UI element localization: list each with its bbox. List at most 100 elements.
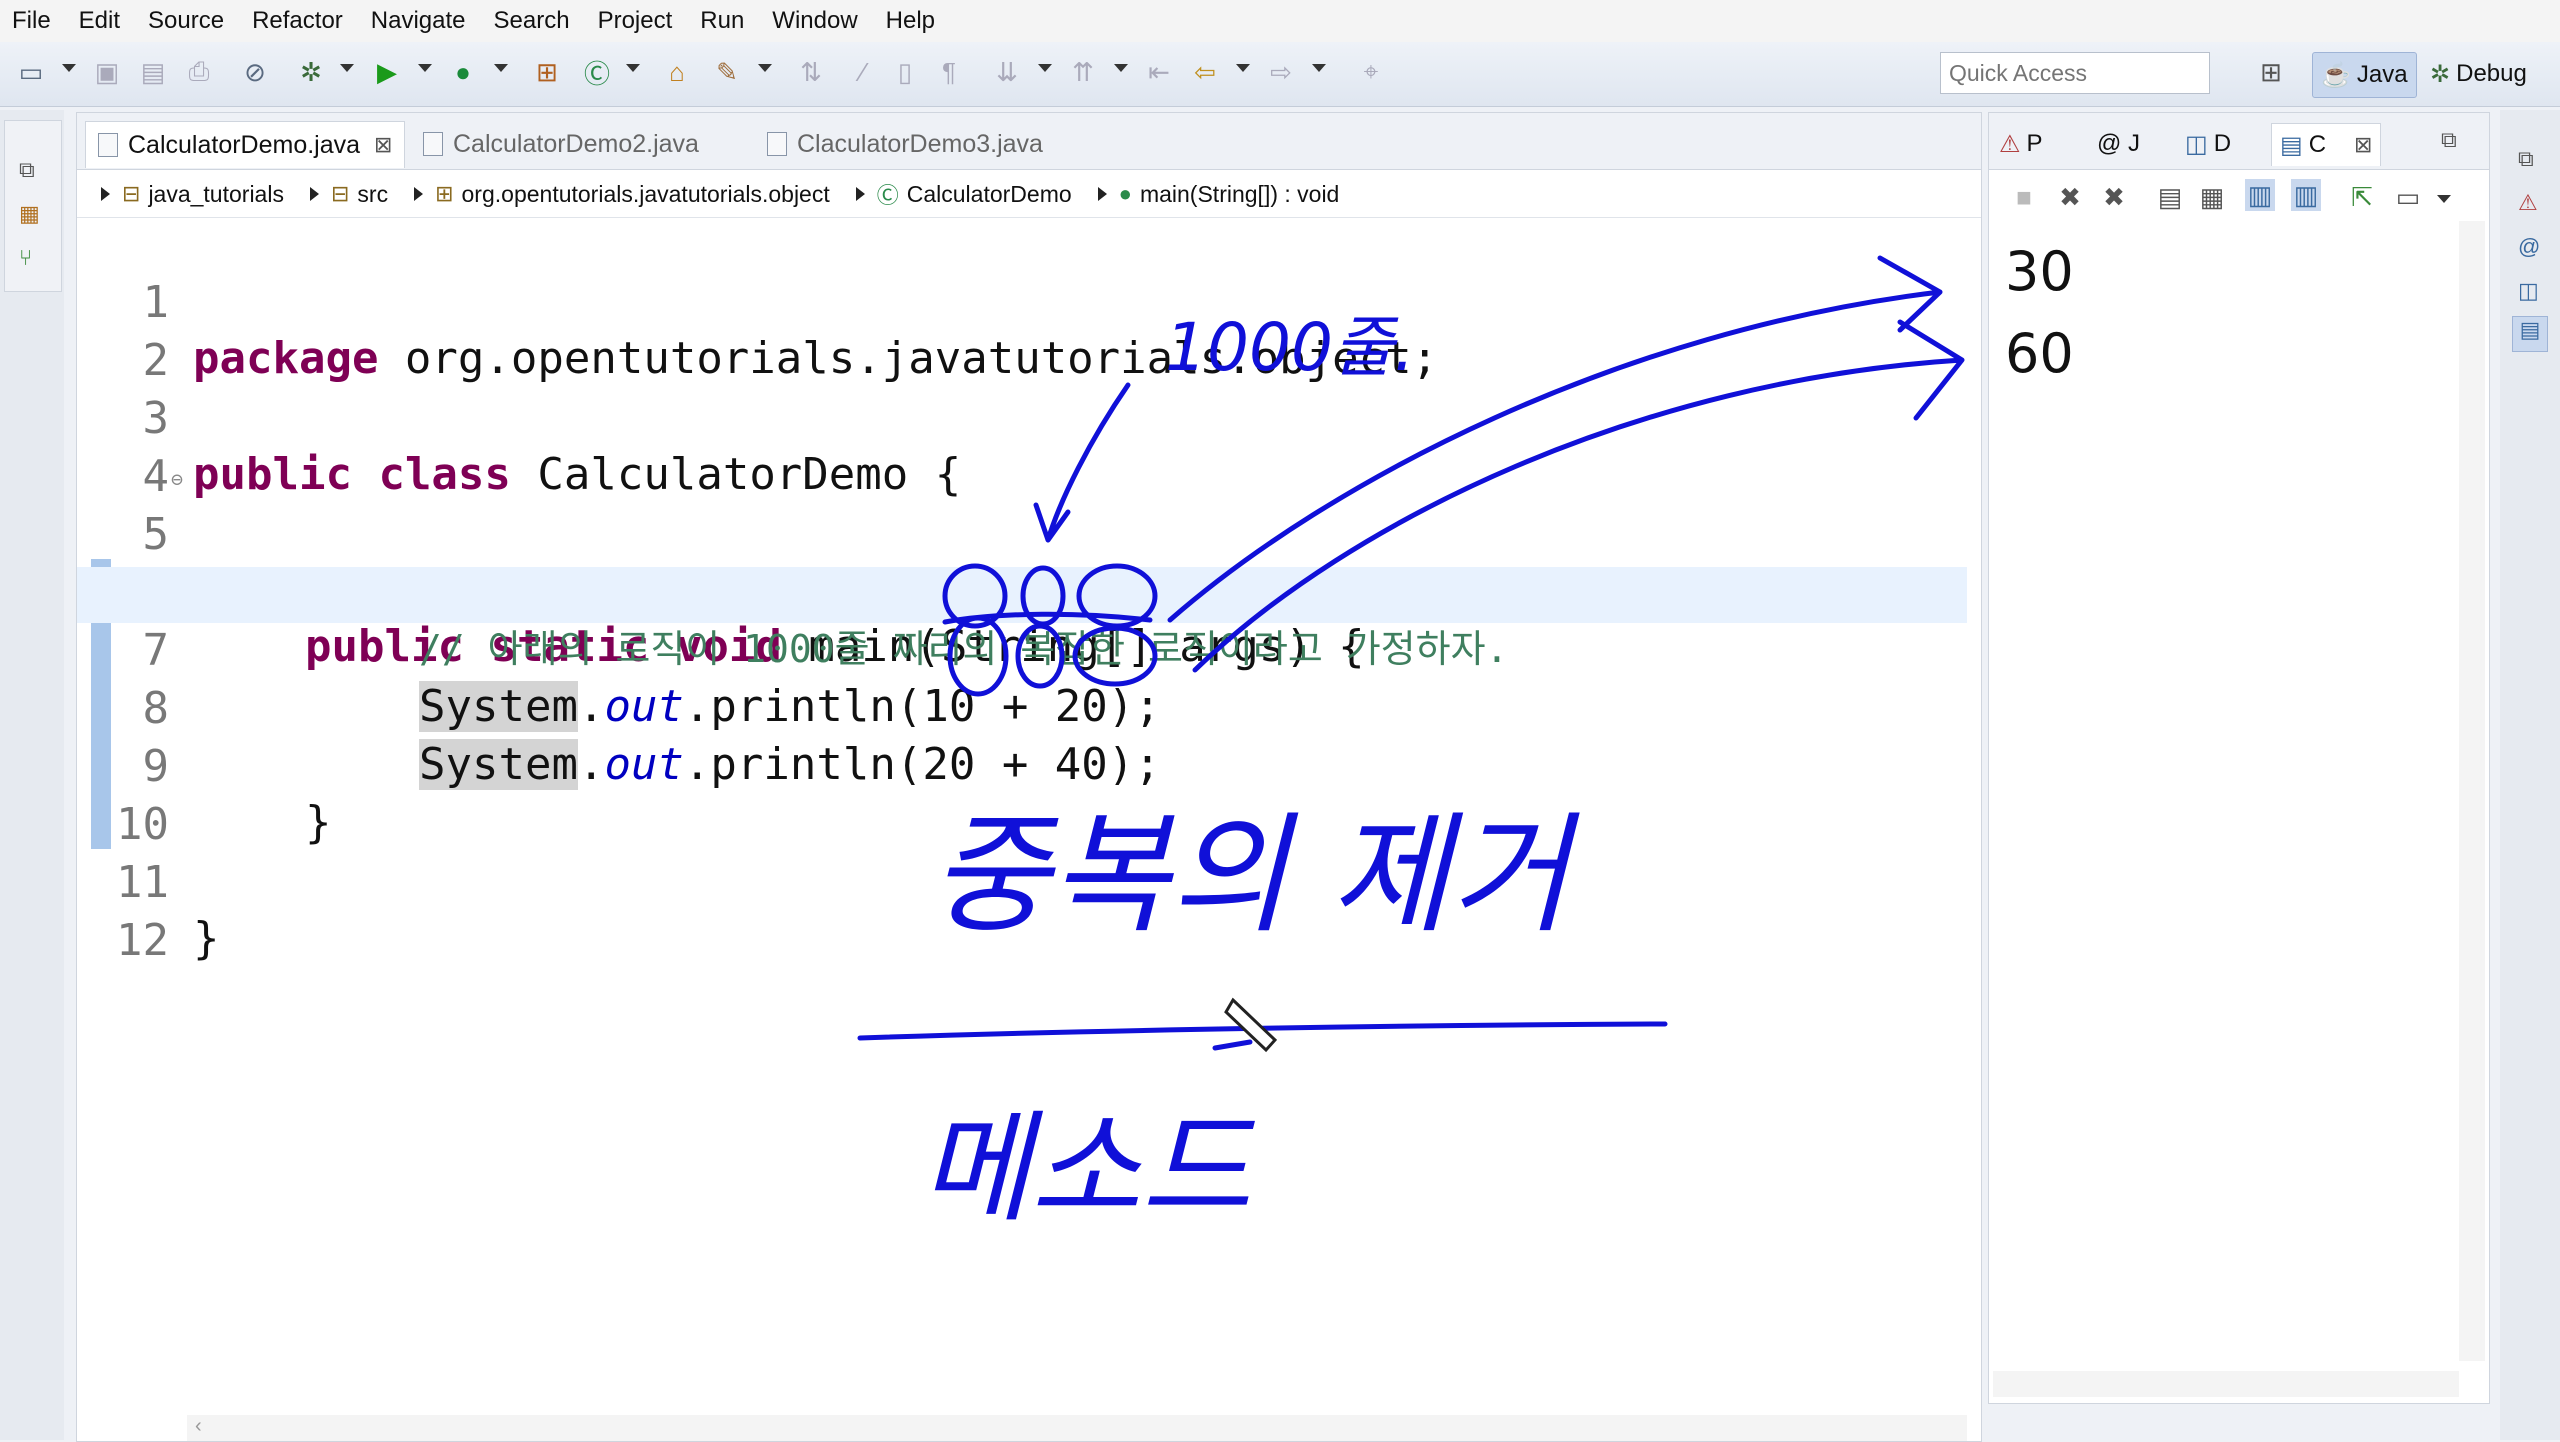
last-edit-icon[interactable]: ⇤ xyxy=(1144,56,1174,88)
restore-right-icon[interactable]: ⧉ xyxy=(2518,146,2534,172)
pin-console-icon[interactable]: ⇱ xyxy=(2347,181,2377,213)
open-type-icon[interactable]: ⌂ xyxy=(662,56,692,88)
chevron-right-icon xyxy=(1097,187,1107,201)
next-annotation-dropdown-icon[interactable] xyxy=(1038,64,1052,72)
code-line: 11 } xyxy=(77,799,1967,964)
close-tab-icon[interactable]: ⊠ xyxy=(374,132,392,158)
new-icon[interactable]: ▭ xyxy=(16,56,46,88)
run-icon[interactable]: ▶ xyxy=(372,56,402,88)
scroll-left-icon[interactable]: ‹ xyxy=(195,1415,202,1438)
hierarchy-icon[interactable]: ⑂ xyxy=(19,245,32,271)
javadoc-icon[interactable]: @ xyxy=(2518,234,2540,260)
tab-problems[interactable]: ⚠ P xyxy=(1999,123,2043,165)
code-line: 9 } xyxy=(77,683,1967,848)
breadcrumb-src[interactable]: ⊟ src xyxy=(331,181,388,208)
source-folder-icon: ⊟ xyxy=(330,181,350,206)
back-dropdown-icon[interactable] xyxy=(1236,64,1250,72)
console-view: ⚠ P @ J ◫ D ▤ C ⊠ ⧉ ■ ✖ ✖ ▤ ▦ ▥ ▥ ⇱ ▭ 30 60 xyxy=(1988,112,2490,1404)
code-line: 8 System.out.println(20 + 40); xyxy=(77,625,1967,790)
console-dropdown-icon[interactable] xyxy=(2437,195,2451,203)
tab-label: ClaculatorDemo3.java xyxy=(797,129,1043,158)
run-dropdown-icon[interactable] xyxy=(418,64,432,72)
code-text-area[interactable]: 1 package org.opentutorials.javatutorial… xyxy=(77,219,1981,1441)
tab-label: CalculatorDemo2.java xyxy=(453,129,699,158)
problems-tab-icon: ⚠ xyxy=(1999,130,2021,158)
menu-project[interactable]: Project xyxy=(584,7,687,35)
prev-annotation-dropdown-icon[interactable] xyxy=(1114,64,1128,72)
show-whitespace-icon[interactable]: ¶ xyxy=(934,56,964,88)
skip-breakpoints-icon[interactable]: ⊘ xyxy=(240,56,270,88)
coverage-icon[interactable]: ● xyxy=(448,56,478,88)
breadcrumb-project[interactable]: ⊟ java_tutorials xyxy=(122,181,284,208)
open-perspective-icon[interactable]: ⊞ xyxy=(2256,56,2286,88)
perspective-debug-button[interactable]: ✲ Debug xyxy=(2422,52,2535,96)
new-class-dropdown-icon[interactable] xyxy=(626,64,640,72)
horizontal-scrollbar[interactable] xyxy=(1993,1371,2459,1397)
breadcrumb-package[interactable]: ⊞ org.opentutorials.javatutorials.object xyxy=(435,181,830,208)
search-dropdown-icon[interactable] xyxy=(758,64,772,72)
menu-source[interactable]: Source xyxy=(134,7,238,35)
tab-calculatordemo[interactable]: CalculatorDemo.java ⊠ xyxy=(85,121,406,168)
next-annotation-icon[interactable]: ⇊ xyxy=(992,56,1022,88)
quick-access-input[interactable] xyxy=(1940,52,2210,94)
forward-dropdown-icon[interactable] xyxy=(1312,64,1326,72)
menu-window[interactable]: Window xyxy=(758,7,871,35)
remove-launch-icon[interactable]: ✖ xyxy=(2055,181,2085,213)
debug-dropdown-icon[interactable] xyxy=(340,64,354,72)
new-class-icon[interactable]: Ⓒ xyxy=(582,56,612,89)
console-trim-icon[interactable]: ▤ xyxy=(2512,316,2548,352)
scroll-lock-icon[interactable]: ▦ xyxy=(2197,181,2227,213)
show-stderr-icon[interactable]: ▥ xyxy=(2291,179,2321,211)
breadcrumb-method[interactable]: ● main(String[]) : void xyxy=(1119,181,1340,208)
project-icon: ⊟ xyxy=(122,181,141,206)
tab-javadoc[interactable]: @ J xyxy=(2097,123,2140,165)
new-package-icon[interactable]: ⊞ xyxy=(532,56,562,88)
perspective-debug-label: Debug xyxy=(2456,60,2527,87)
menu-file[interactable]: File xyxy=(0,7,65,35)
save-icon[interactable]: ▣ xyxy=(92,56,122,88)
menu-navigate[interactable]: Navigate xyxy=(357,7,480,35)
clear-console-icon[interactable]: ▤ xyxy=(2155,181,2185,213)
remove-all-icon[interactable]: ✖ xyxy=(2099,181,2129,213)
block-icon[interactable]: ▯ xyxy=(890,56,920,88)
prev-annotation-icon[interactable]: ⇈ xyxy=(1068,56,1098,88)
vertical-scrollbar[interactable] xyxy=(2459,221,2485,1361)
output-line: 30 xyxy=(2005,240,2074,303)
search-tool-icon[interactable]: ✎ xyxy=(712,56,742,88)
annotation-icon[interactable]: ⇅ xyxy=(796,56,826,88)
menu-refactor[interactable]: Refactor xyxy=(238,7,357,35)
menu-run[interactable]: Run xyxy=(686,7,758,35)
restore-icon[interactable]: ⧉ xyxy=(19,157,35,183)
tab-claculatordemo3[interactable]: ClaculatorDemo3.java xyxy=(767,121,1043,167)
debug-icon[interactable]: ✲ xyxy=(296,56,326,88)
horizontal-scrollbar[interactable]: ‹ xyxy=(187,1415,1967,1441)
menu-edit[interactable]: Edit xyxy=(65,7,134,35)
tab-console[interactable]: ▤ C ⊠ xyxy=(2271,123,2382,166)
show-stdout-icon[interactable]: ▥ xyxy=(2245,179,2275,211)
breadcrumb-class[interactable]: Ⓒ CalculatorDemo xyxy=(877,178,1072,210)
close-tab-icon[interactable]: ⊠ xyxy=(2354,132,2372,158)
perspective-java-button[interactable]: ☕ Java xyxy=(2312,52,2417,98)
display-console-icon[interactable]: ▭ xyxy=(2393,181,2423,213)
debug-perspective-icon: ✲ xyxy=(2430,60,2451,88)
print-icon[interactable]: ⎙ xyxy=(184,56,214,88)
mark-icon[interactable]: ⁄ xyxy=(848,56,878,88)
menu-search[interactable]: Search xyxy=(480,7,584,35)
terminate-icon[interactable]: ■ xyxy=(2009,181,2039,213)
forward-icon[interactable]: ⇨ xyxy=(1266,56,1296,88)
menu-help[interactable]: Help xyxy=(872,7,949,35)
code-line: 3 public class CalculatorDemo { xyxy=(77,335,1967,500)
minimize-icon[interactable]: ⧉ xyxy=(2441,127,2457,153)
fold-icon[interactable]: ⊖ xyxy=(171,451,183,507)
coverage-dropdown-icon[interactable] xyxy=(494,64,508,72)
tab-calculatordemo2[interactable]: CalculatorDemo2.java xyxy=(423,121,699,167)
new-dropdown-icon[interactable] xyxy=(62,64,76,72)
declaration-icon[interactable]: ◫ xyxy=(2518,278,2539,304)
problems-icon[interactable]: ⚠ xyxy=(2518,190,2538,216)
back-icon[interactable]: ⇦ xyxy=(1190,56,1220,88)
package-explorer-icon[interactable]: ▦ xyxy=(19,201,40,227)
console-tab-bar: ⚠ P @ J ◫ D ▤ C ⊠ ⧉ xyxy=(1989,113,2489,170)
tab-declaration[interactable]: ◫ D xyxy=(2185,123,2231,165)
save-all-icon[interactable]: ▤ xyxy=(138,56,168,88)
pin-editor-icon[interactable]: ⌖ xyxy=(1356,56,1386,88)
